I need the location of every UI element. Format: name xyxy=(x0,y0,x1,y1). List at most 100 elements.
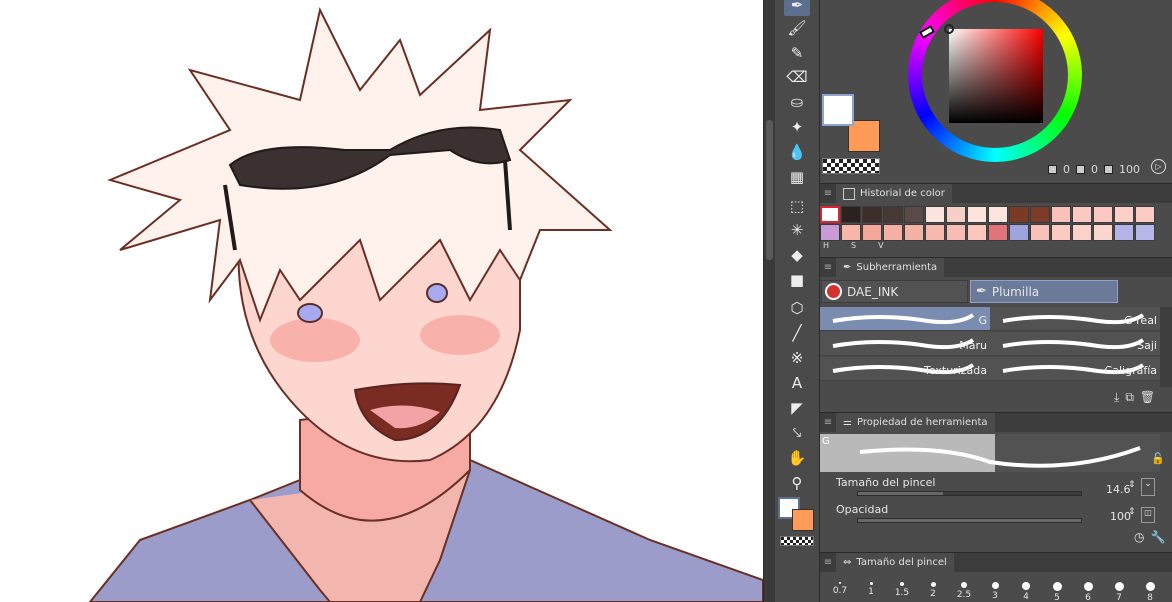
color-history-swatch[interactable] xyxy=(1093,224,1113,241)
marker-tool-icon[interactable]: ✎ xyxy=(784,42,810,64)
color-history-swatch[interactable] xyxy=(1114,224,1134,241)
opacity-row[interactable]: Opacidad 100 ⇕ xyxy=(830,503,1142,527)
brush-size-preset[interactable]: 7 xyxy=(1105,574,1133,602)
brush-size-preset[interactable]: 2 xyxy=(919,574,947,602)
correct-line-icon[interactable]: ⤥ xyxy=(784,422,810,444)
transparent-color-swatch[interactable] xyxy=(822,158,880,174)
brush-item[interactable]: Maru xyxy=(820,332,990,356)
brush-size-extra-button[interactable]: ⌄ xyxy=(1141,478,1155,496)
tab-brush-size[interactable]: ⇔ Tamaño del pincel xyxy=(836,553,954,572)
auto-select-icon[interactable]: ✳ xyxy=(784,219,810,241)
color-history-swatch[interactable] xyxy=(967,224,987,241)
mesh-tool-icon[interactable]: ▦ xyxy=(784,166,810,188)
color-history-swatch[interactable] xyxy=(1051,224,1071,241)
reset-icon[interactable]: ◷ xyxy=(1134,530,1144,544)
color-history-swatch[interactable] xyxy=(883,206,903,223)
brush-size-preset[interactable]: 8 xyxy=(1136,574,1164,602)
color-history-swatch[interactable] xyxy=(1009,206,1029,223)
play-icon[interactable]: ▷ xyxy=(1151,159,1166,174)
object-tool-icon[interactable]: ⬡ xyxy=(784,297,810,319)
brush-item[interactable]: Caligrafía xyxy=(990,357,1160,381)
import-icon[interactable]: ⤓ xyxy=(1114,390,1119,405)
color-history-swatch[interactable] xyxy=(1135,206,1155,223)
eyedropper-icon[interactable]: ⚲ xyxy=(784,472,810,494)
color-history-swatch[interactable] xyxy=(820,224,840,241)
brush-size-value[interactable]: 14.6 xyxy=(1106,483,1131,496)
subtool-group-plumilla[interactable]: ✒ Plumilla xyxy=(970,280,1118,303)
color-history-swatch[interactable] xyxy=(1093,206,1113,223)
drag-grip-icon[interactable]: ≡ xyxy=(820,262,836,273)
color-history-swatch[interactable] xyxy=(1030,206,1050,223)
color-history-swatch[interactable] xyxy=(862,224,882,241)
drawing-canvas[interactable] xyxy=(0,0,763,602)
toolbar-sub-color[interactable] xyxy=(792,509,814,531)
brush-list-scrollbar[interactable] xyxy=(1160,307,1172,387)
duplicate-icon[interactable]: ⧉ xyxy=(1125,390,1134,405)
color-history-swatch[interactable] xyxy=(1135,224,1155,241)
wrench-icon[interactable]: 🔧 xyxy=(1150,530,1165,544)
drag-grip-icon[interactable]: ≡ xyxy=(820,557,836,568)
subtool-group-dae-ink[interactable]: DAE_INK xyxy=(821,280,968,303)
line-tool-icon[interactable]: ╱ xyxy=(784,322,810,344)
effect-lines-icon[interactable]: ※ xyxy=(784,347,810,369)
brush-size-preset[interactable]: 2.5 xyxy=(950,574,978,602)
color-history-swatch[interactable] xyxy=(1051,206,1071,223)
sparkle-tool-icon[interactable]: ✦ xyxy=(784,116,810,138)
blend-tool-icon[interactable]: 💧 xyxy=(784,141,810,163)
color-history-swatch[interactable] xyxy=(883,224,903,241)
toolbar-transparent-color[interactable] xyxy=(780,536,814,546)
tab-tool-property[interactable]: ⚌ Propiedad de herramienta xyxy=(836,413,995,432)
brush-size-preset[interactable]: 4 xyxy=(1012,574,1040,602)
brush-size-preset[interactable]: 3 xyxy=(981,574,1009,602)
brush-item[interactable]: G xyxy=(820,307,990,331)
color-history-swatch[interactable] xyxy=(862,206,882,223)
color-history-swatch[interactable] xyxy=(820,206,840,223)
brush-size-preset[interactable]: 6 xyxy=(1074,574,1102,602)
lasso-selection-icon[interactable]: ⬚ xyxy=(784,195,810,217)
main-color-swatch[interactable] xyxy=(822,94,854,126)
color-history-swatch[interactable] xyxy=(1114,206,1134,223)
brush-size-preset[interactable]: 1.5 xyxy=(888,574,916,602)
brush-size-preset[interactable]: 5 xyxy=(1043,574,1071,602)
fill-tool-icon[interactable]: ◆ xyxy=(784,244,810,266)
lock-icon[interactable]: 🔓 xyxy=(1151,452,1165,465)
pen-tool-icon[interactable]: ✒ xyxy=(784,0,810,16)
brush-size-preset[interactable]: 0.7 xyxy=(826,574,854,602)
color-history-swatch[interactable] xyxy=(841,206,861,223)
color-history-swatch[interactable] xyxy=(925,206,945,223)
color-history-swatch[interactable] xyxy=(988,206,1008,223)
frame-tool-icon[interactable]: ◤ xyxy=(784,397,810,419)
brush-item[interactable]: Saji xyxy=(990,332,1160,356)
color-history-swatch[interactable] xyxy=(841,224,861,241)
eraser-tool-icon[interactable]: ⌫ xyxy=(784,66,810,88)
sv-marker[interactable] xyxy=(944,24,954,34)
brush-tool-icon[interactable]: 🖌 xyxy=(784,17,810,39)
color-history-swatch[interactable] xyxy=(1072,206,1092,223)
tab-color-history[interactable]: Historial de color xyxy=(836,184,952,203)
delete-icon[interactable]: 🗑 xyxy=(1140,390,1155,405)
hand-tool-icon[interactable]: ✋ xyxy=(784,447,810,469)
brush-item[interactable]: Texturizada xyxy=(820,357,990,381)
color-history-swatch[interactable] xyxy=(925,224,945,241)
saturation-value-square[interactable] xyxy=(949,29,1043,123)
drag-grip-icon[interactable]: ≡ xyxy=(820,188,836,199)
color-history-swatch[interactable] xyxy=(946,206,966,223)
spinner-icon[interactable]: ⇕ xyxy=(1128,507,1136,517)
opacity-slider[interactable] xyxy=(857,518,1082,523)
airbrush-tool-icon[interactable]: ⛀ xyxy=(784,91,810,113)
drag-grip-icon[interactable]: ≡ xyxy=(820,417,836,428)
color-history-swatch[interactable] xyxy=(1030,224,1050,241)
brush-size-row[interactable]: Tamaño del pincel 14.6 ⇕ xyxy=(830,476,1142,500)
color-history-swatch[interactable] xyxy=(1009,224,1029,241)
text-tool-icon[interactable]: A xyxy=(784,372,810,394)
color-history-swatch[interactable] xyxy=(904,224,924,241)
gradient-tool-icon[interactable]: ■ xyxy=(784,269,810,291)
color-history-swatch[interactable] xyxy=(988,224,1008,241)
color-history-swatch[interactable] xyxy=(904,206,924,223)
color-wheel[interactable] xyxy=(908,0,1082,162)
canvas-vertical-scrollbar[interactable] xyxy=(763,0,775,602)
brush-item[interactable]: G real xyxy=(990,307,1160,331)
color-history-swatch[interactable] xyxy=(946,224,966,241)
opacity-extra-button[interactable]: ◫ xyxy=(1141,507,1155,523)
spinner-icon[interactable]: ⇕ xyxy=(1128,480,1136,490)
